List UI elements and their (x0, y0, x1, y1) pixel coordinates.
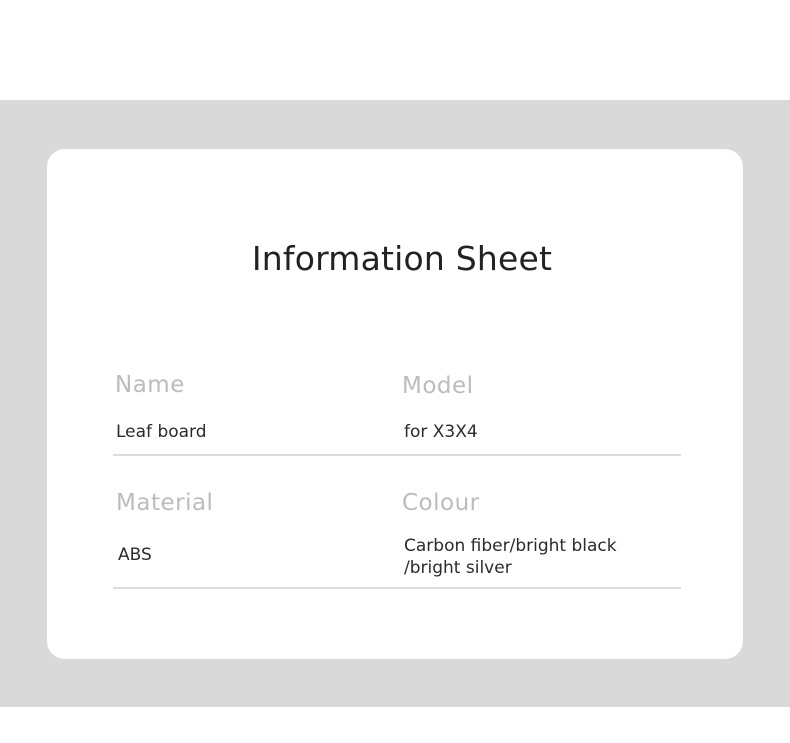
row-divider-1 (113, 454, 681, 456)
name-label: Name (115, 372, 185, 398)
colour-value-line1: Carbon fiber/bright black (404, 536, 617, 556)
colour-label: Colour (402, 490, 480, 516)
model-value: for X3X4 (404, 422, 478, 442)
info-card (47, 149, 743, 659)
row-divider-2 (113, 587, 681, 589)
model-label: Model (402, 373, 474, 399)
material-value: ABS (118, 545, 152, 565)
page-title: Information Sheet (251, 239, 553, 278)
name-value: Leaf board (116, 422, 207, 442)
colour-value-line2: /bright silver (404, 558, 512, 578)
material-label: Material (116, 490, 214, 516)
